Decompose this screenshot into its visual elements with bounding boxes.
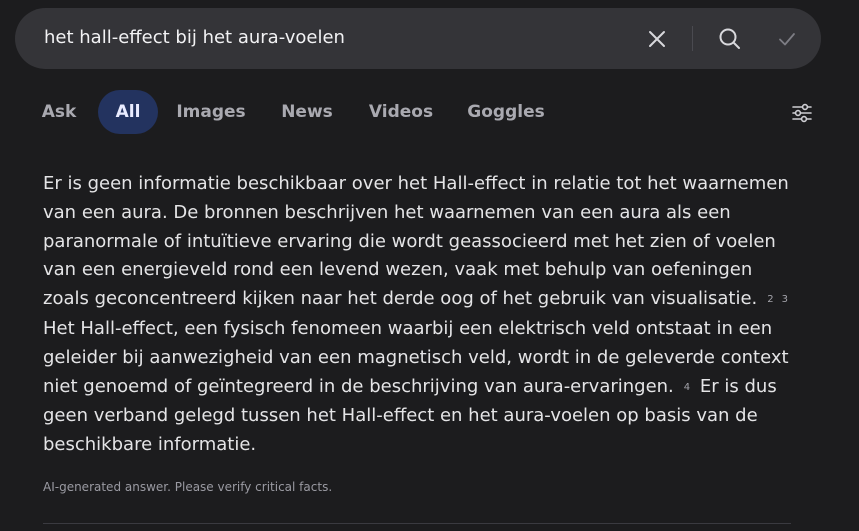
tab-all[interactable]: All bbox=[98, 90, 158, 134]
checkmark-icon bbox=[779, 33, 795, 46]
search-icon bbox=[719, 28, 740, 49]
citation-2[interactable]: 2 bbox=[763, 286, 777, 315]
answer-text-part-2: Het Hall-effect, een fysisch fenomeen wa… bbox=[43, 317, 789, 397]
confirm-button[interactable] bbox=[772, 24, 802, 54]
section-divider bbox=[43, 523, 791, 524]
citation-4[interactable]: 4 bbox=[680, 374, 694, 403]
answer-text-part-1: Er is geen informatie beschikbaar over h… bbox=[43, 173, 789, 310]
close-icon bbox=[649, 31, 665, 47]
ai-answer: Er is geen informatie beschikbaar over h… bbox=[43, 170, 803, 460]
tab-goggles[interactable]: Goggles bbox=[461, 90, 551, 134]
ai-disclaimer: AI-generated answer. Please verify criti… bbox=[43, 480, 333, 494]
search-divider bbox=[692, 26, 693, 51]
tab-news[interactable]: News bbox=[273, 90, 341, 134]
search-input[interactable]: het hall-effect bij het aura-voelen bbox=[44, 27, 345, 48]
tab-images[interactable]: Images bbox=[170, 90, 252, 134]
clear-search-button[interactable] bbox=[642, 24, 672, 54]
filter-settings-button[interactable] bbox=[787, 98, 817, 128]
tab-videos[interactable]: Videos bbox=[361, 90, 441, 134]
search-bar[interactable]: het hall-effect bij het aura-voelen bbox=[15, 8, 821, 69]
tab-ask[interactable]: Ask bbox=[30, 90, 88, 134]
citation-3[interactable]: 3 bbox=[778, 286, 792, 315]
search-button[interactable] bbox=[715, 24, 745, 54]
search-tabs: Ask All Images News Videos Goggles bbox=[0, 90, 859, 134]
sliders-icon bbox=[792, 103, 812, 123]
